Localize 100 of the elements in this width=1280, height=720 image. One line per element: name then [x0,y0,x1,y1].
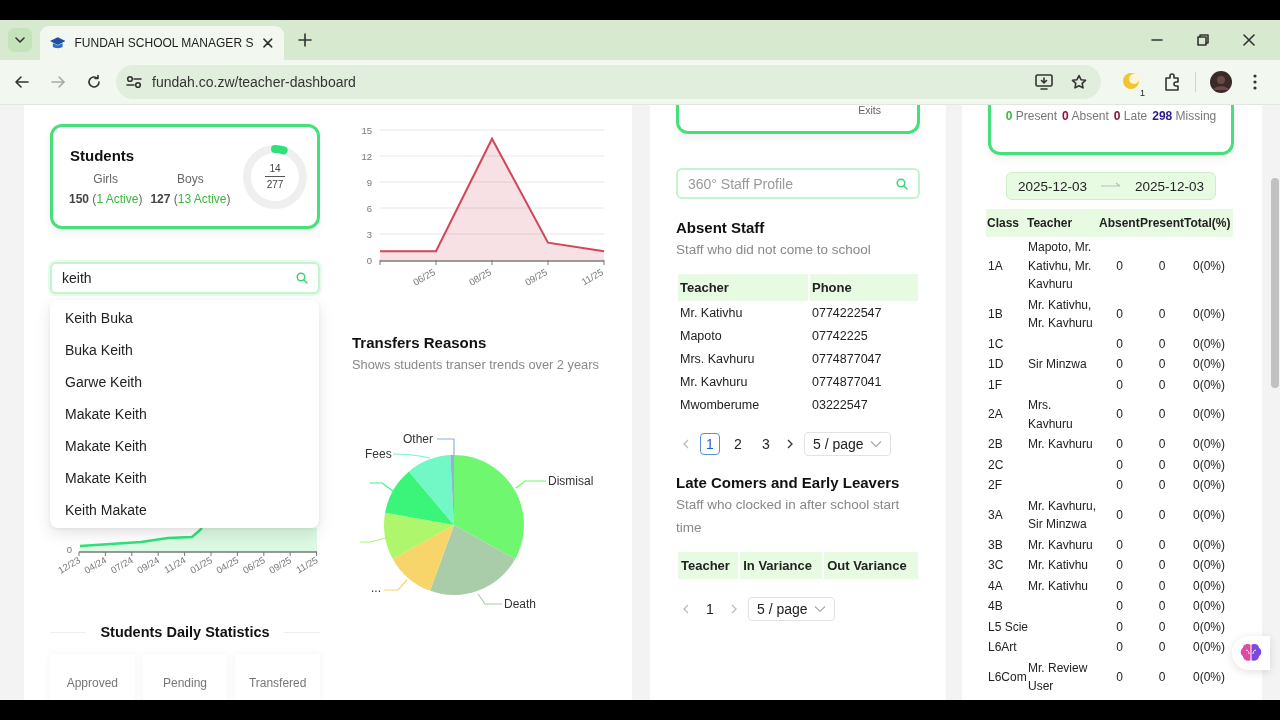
table-cell-text: 3A [987,506,1004,524]
search-field[interactable]: keith [50,262,320,294]
end-date[interactable]: 2025-12-03 [1134,178,1204,194]
axis-label: 6 [366,203,372,214]
restore-icon[interactable] [1197,34,1209,46]
table-cell-text: 4A [987,577,1004,595]
star-icon[interactable] [1071,74,1087,90]
suggestion-item[interactable]: Keith Makate [50,494,319,526]
slice-label: Fees [365,446,392,462]
slice-label: Other [403,431,433,447]
suggestion-item[interactable]: Makate Keith [50,430,319,462]
table-cell: 0(0%) [1183,237,1233,295]
leader-line [383,579,408,591]
table-cell-text: 0 [1115,536,1124,554]
table-cell-text: 0(0%) [1192,376,1226,394]
table-cell: 1A [986,237,1026,295]
table-cell-text: 0 [1115,506,1124,524]
address-bar[interactable]: fundah.co.zw/teacher-dashboard [116,65,1101,99]
stat-label: Boys [177,172,204,186]
axis-label: 06/25 [240,554,267,576]
axis-label: 15 [361,125,372,136]
page-button[interactable]: 1 [700,598,720,620]
table-cell-text: 0(0%) [1192,436,1226,453]
browser-tab[interactable]: FUNDAH SCHOOL MANAGER S [40,26,284,60]
slice-label: ... [371,580,381,596]
attendance-count: 0 Present [1005,109,1058,123]
page-size-select[interactable]: 5 / page [748,597,835,621]
table-cell-text: 1C [987,335,1005,353]
table-cell-text: 3B [987,536,1004,554]
attendance-count: 0 Late [1113,109,1148,123]
suggestion-item[interactable]: Makate Keith [50,462,319,494]
date-range-picker[interactable]: 2025-12-03 2025-12-03 [1006,172,1216,200]
table-cell-text: 3C [987,557,1005,574]
page-button[interactable]: 2 [728,433,748,455]
table-cell-text: 0(0%) [1192,406,1226,424]
stat-label: Pending [163,676,208,690]
table-cell-text: 0 [1157,376,1167,394]
new-tab-icon[interactable] [298,33,312,47]
table-cell: 0 [1098,237,1139,295]
table-cell-text: 0(0%) [1192,618,1226,636]
table-cell-text: 07742225 [811,327,869,345]
table-cell-text: 0(0%) [1192,477,1226,494]
caret-icon [869,440,882,448]
table-cell-text: 0(0%) [1192,639,1226,656]
page-button[interactable]: 3 [756,433,776,455]
suggestion-item[interactable]: Makate Keith [50,398,319,430]
slice-label: Death [504,596,537,612]
axis-label: 11/25 [579,266,605,288]
brain-icon [1240,643,1262,663]
suggestion-item[interactable]: Garwe Keith [50,366,319,398]
page-size-select[interactable]: 5 / page [804,432,891,456]
suggestion-item[interactable]: Buka Keith [50,334,319,366]
table-cell-text: Mr. Kavhuru [679,373,749,391]
table-cell-text: 2C [987,456,1005,474]
column-header: Teacher [678,552,739,579]
graduation-cap-icon [50,36,66,50]
table-cell-text: Mr. Kavhuru [1027,536,1094,554]
close-icon[interactable] [262,37,274,49]
ring-total: 277 [266,178,284,190]
leader-line [436,438,455,456]
table-cell-text: 1F [987,376,1003,394]
section-title: Absent Staff [676,218,766,238]
start-date[interactable]: 2025-12-03 [1018,178,1088,194]
table-cell-text: 0 [1115,668,1124,686]
reload-icon[interactable] [86,74,102,90]
table-cell-text: Mr. Kativhu [679,304,744,322]
table-cell-text: 0(0%) [1192,305,1226,323]
leader-line [359,537,387,543]
table-cell-text: 0 [1115,376,1124,394]
puzzle-icon[interactable] [1163,73,1181,91]
table-cell-text: L5 Scie [987,618,1026,636]
leader-line [515,480,547,489]
assistant-button[interactable] [1232,636,1270,670]
table-cell-text: 0 [1157,436,1167,453]
table-cell-text: 0 [1115,436,1124,453]
avatar-icon[interactable] [1210,71,1232,93]
table-cell-text: 2A [987,406,1004,424]
table-cell-text: 1D [987,356,1005,373]
axis-label: 0 [66,544,72,555]
install-icon[interactable] [1035,74,1053,90]
card-title: Students [70,147,136,164]
table-cell-text: 0 [1115,477,1124,494]
search-field[interactable]: 360° Staff Profile [676,168,920,199]
tab-list-icon[interactable] [8,28,32,52]
stat-value: 150 (1 Active) [69,192,143,206]
slice-label: Dismisal [548,473,594,489]
table-cell-text: 0 [1115,305,1124,323]
column-header: Teacher [1026,209,1098,237]
attendance-count: 298 Missing [1152,109,1217,123]
page-button[interactable]: 1 [700,433,720,455]
column-header: Class [986,209,1026,237]
site-settings-icon[interactable] [126,75,142,89]
table-cell-text: 0 [1157,639,1167,656]
suggestion-item[interactable]: Keith Buka [50,302,319,334]
close-icon[interactable] [1243,34,1255,46]
menu-icon[interactable] [1252,73,1258,91]
table-cell-text: 2B [987,436,1004,453]
table-cell-text: Mr. Kativhu [1027,557,1090,574]
forward-icon [50,74,66,90]
back-icon[interactable] [14,74,30,90]
